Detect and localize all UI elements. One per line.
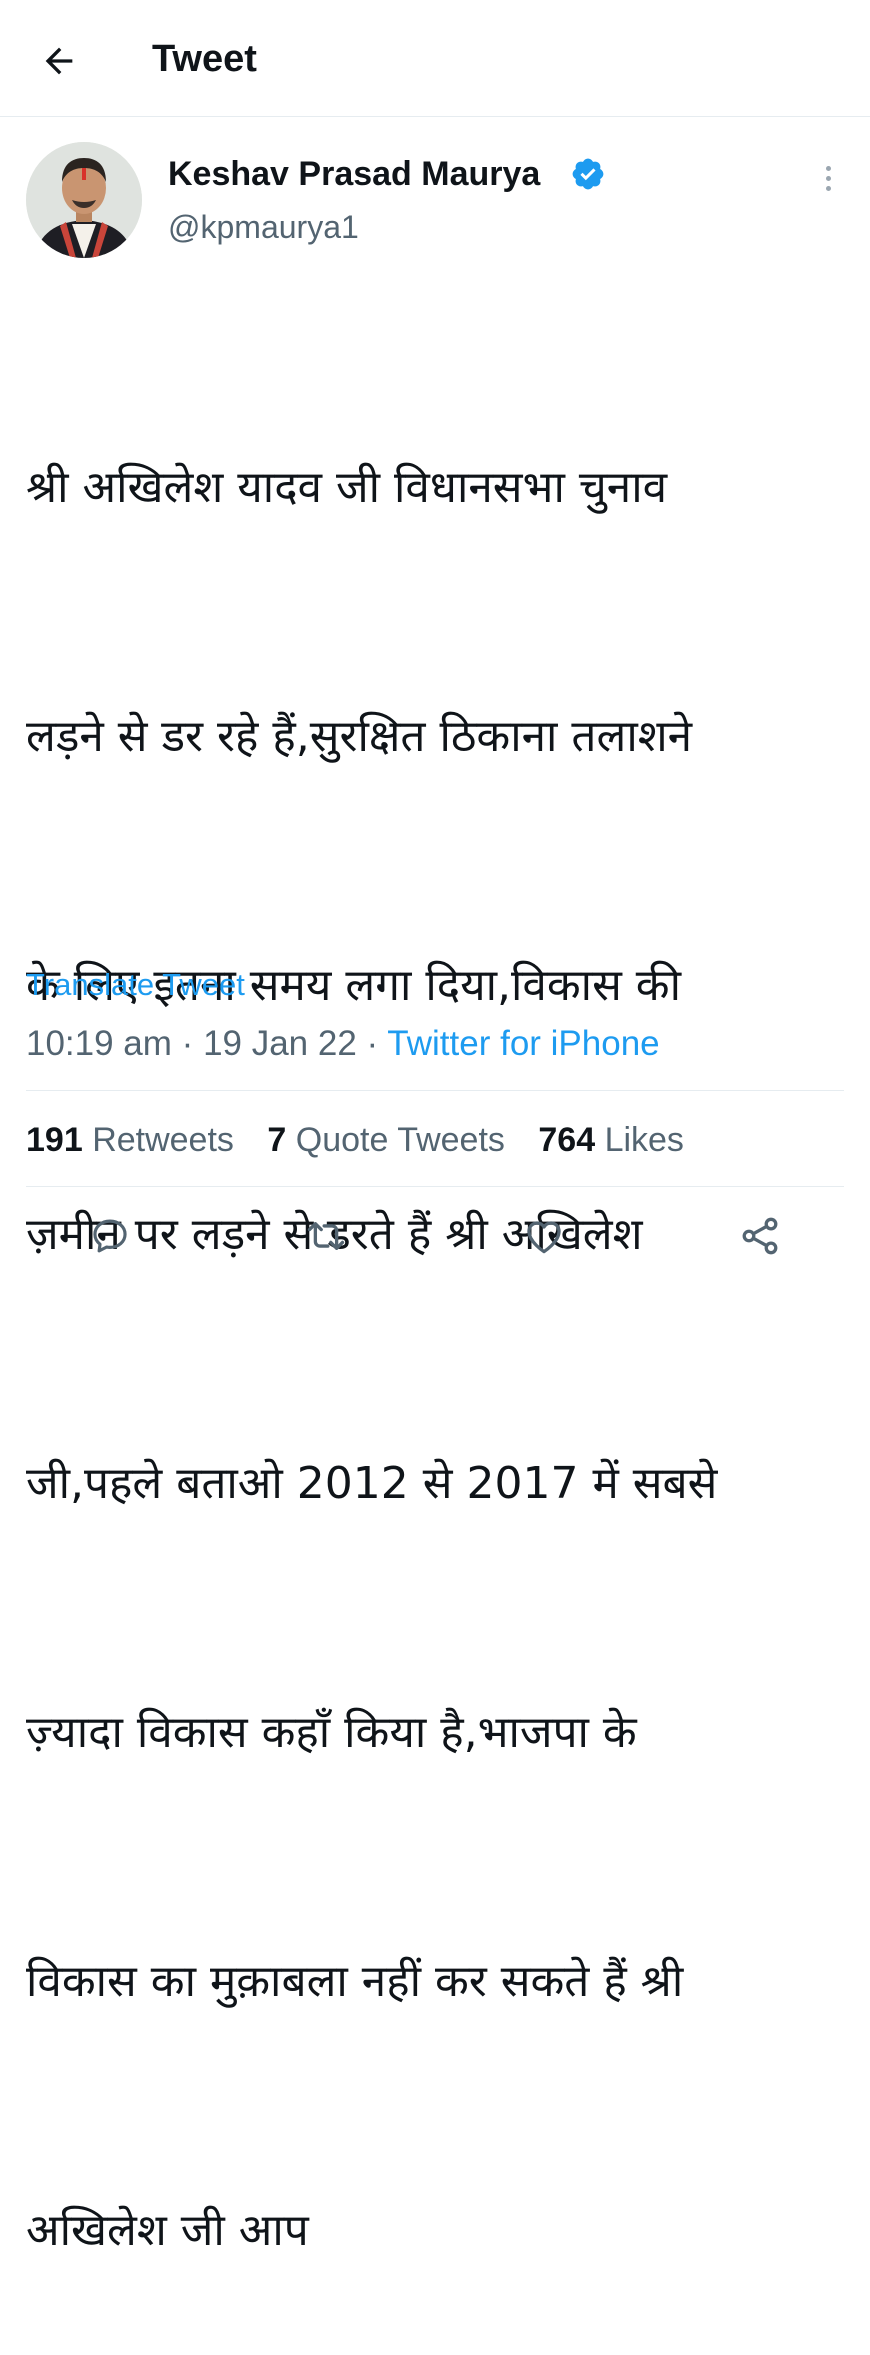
meta-separator: ·	[181, 1024, 194, 1063]
retweets-label: Retweets	[92, 1121, 234, 1159]
share-icon	[742, 1217, 778, 1255]
tweet-line: ज़मीन पर लड़ने से डरते हैं श्री अखिलेश	[26, 1209, 643, 1260]
more-vertical-icon	[825, 165, 831, 171]
quote-tweets-count: 7	[267, 1121, 287, 1159]
retweets-count: 191	[26, 1121, 83, 1159]
retweets-stat[interactable]: 191 Retweets	[26, 1121, 234, 1159]
likes-count: 764	[538, 1121, 596, 1159]
arrow-left-icon	[45, 47, 73, 75]
likes-label: Likes	[604, 1121, 684, 1159]
likes-stat[interactable]: 764 Likes	[538, 1121, 684, 1159]
more-options-button[interactable]	[808, 158, 848, 198]
tweet-date[interactable]: 19 Jan 22	[203, 1024, 357, 1063]
tweet-line: जी,पहले बताओ 2012 से 2017 में सबसे	[26, 1458, 718, 1509]
quote-tweets-label: Quote Tweets	[295, 1121, 505, 1159]
tweet-line: विकास का मुक़ाबला नहीं कर सकते हैं श्री	[26, 1956, 684, 2007]
tweet-line: लड़ने से डर रहे हैं,सुरक्षित ठिकाना तलाश…	[26, 711, 693, 762]
divider	[26, 1186, 844, 1187]
back-button[interactable]	[36, 38, 82, 84]
meta-separator: ·	[366, 1024, 379, 1063]
divider	[26, 1090, 844, 1091]
heart-icon	[527, 1221, 561, 1254]
tweet-stats: 191 Retweets 7 Quote Tweets 764 Likes	[26, 1118, 708, 1162]
share-button[interactable]	[738, 1214, 782, 1258]
reply-icon	[93, 1219, 127, 1253]
translate-tweet-link[interactable]: Translate Tweet	[26, 964, 245, 1006]
quote-tweets-stat[interactable]: 7 Quote Tweets	[267, 1121, 505, 1159]
profile-photo	[26, 142, 142, 258]
avatar[interactable]	[26, 142, 142, 258]
author-name[interactable]: Keshav Prasad Maurya	[168, 152, 540, 196]
reply-button[interactable]	[88, 1214, 132, 1258]
verified-badge-icon	[572, 158, 604, 190]
tweet-text: श्री अखिलेश यादव जी विधानसभा चुनाव लड़ने…	[26, 280, 846, 2355]
tweet-line: अखिलेश जी आप	[26, 2205, 309, 2256]
tweet-meta: 10:19 am · 19 Jan 22 · Twitter for iPhon…	[26, 1022, 660, 1066]
author-handle[interactable]: @kpmaurya1	[168, 206, 359, 248]
tweet-time[interactable]: 10:19 am	[26, 1024, 172, 1063]
like-button[interactable]	[522, 1214, 566, 1258]
top-bar: Tweet	[0, 0, 870, 117]
retweet-button[interactable]	[304, 1214, 348, 1258]
tweet-line: ज़्यादा विकास कहाँ किया है,भाजपा के	[26, 1707, 637, 1758]
tweet-source-link[interactable]: Twitter for iPhone	[387, 1024, 659, 1063]
retweet-icon	[307, 1222, 345, 1250]
page-title: Tweet	[152, 38, 257, 80]
tweet-line: श्री अखिलेश यादव जी विधानसभा चुनाव	[26, 462, 668, 513]
